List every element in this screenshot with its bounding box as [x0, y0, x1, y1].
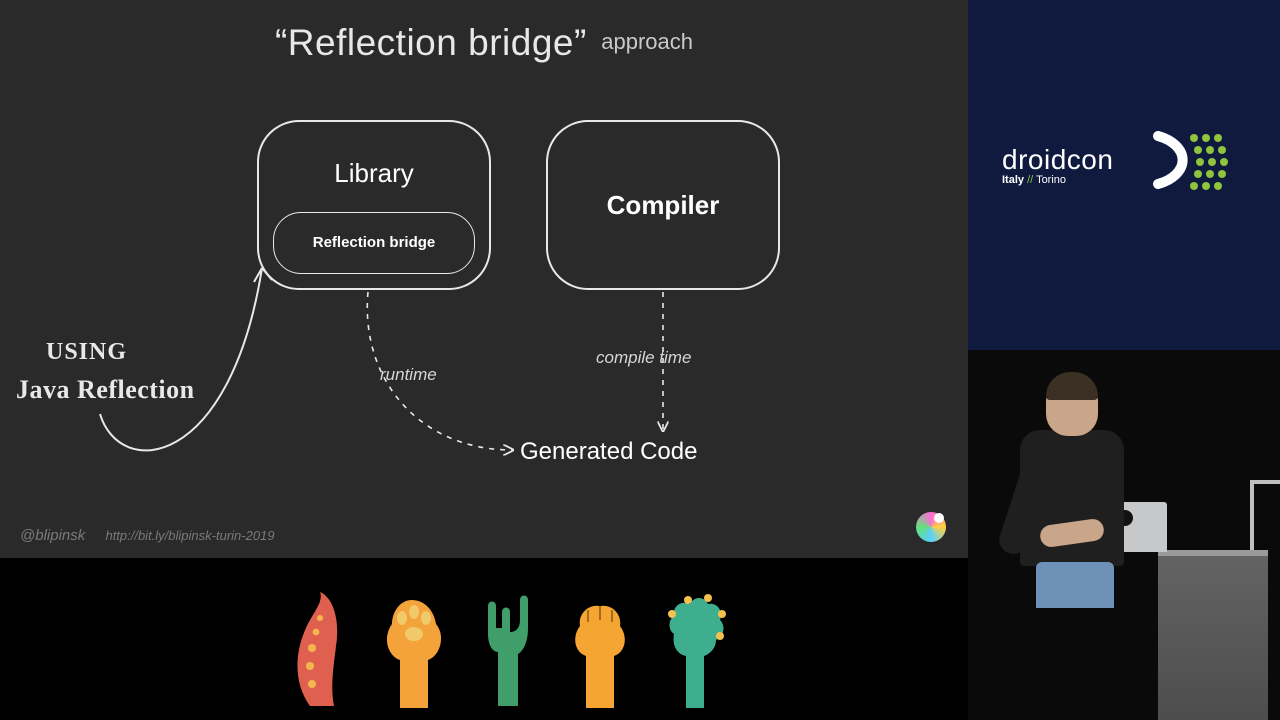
speaker-video [968, 350, 1280, 720]
droidcon-logo: droidcon Italy // Torino [1002, 144, 1113, 186]
compile-time-annotation: compile time [596, 348, 691, 368]
brand-country: Italy [1002, 174, 1024, 186]
diagram-arrows [0, 0, 968, 558]
compiler-label: Compiler [548, 190, 778, 221]
droidcon-wordmark: droidcon [1002, 144, 1113, 175]
slide-footer: @blipinsk http://bit.ly/blipinsk-turin-2… [20, 527, 275, 544]
reflection-bridge-box: Reflection bridge [273, 212, 475, 274]
brand-city: Torino [1036, 174, 1066, 186]
title-main: “Reflection bridge” [275, 22, 587, 63]
droidcon-badge-icon [916, 512, 946, 542]
handwritten-using: USING [46, 338, 127, 367]
library-box: Library Reflection bridge [257, 120, 491, 290]
compiler-box: Compiler [546, 120, 780, 290]
presentation-slide: “Reflection bridge” approach Library Ref… [0, 0, 968, 558]
footer-illustration-strip [0, 558, 968, 720]
handwritten-java-reflection: Java Reflection [16, 374, 195, 405]
brand-sep: // [1027, 174, 1033, 186]
library-label: Library [259, 158, 489, 189]
author-handle: @blipinsk [20, 527, 85, 544]
title-sub: approach [601, 29, 693, 54]
slide-title: “Reflection bridge” approach [0, 22, 968, 64]
droidcon-mark-icon [1148, 124, 1236, 196]
event-brand-panel: droidcon Italy // Torino [968, 0, 1280, 350]
slides-url: http://bit.ly/blipinsk-turin-2019 [105, 528, 274, 543]
runtime-annotation: runtime [380, 365, 437, 385]
speaker [1006, 376, 1132, 612]
generated-code-label: Generated Code [520, 438, 697, 466]
podium [1158, 550, 1268, 720]
creature-hands-icon [290, 588, 732, 708]
